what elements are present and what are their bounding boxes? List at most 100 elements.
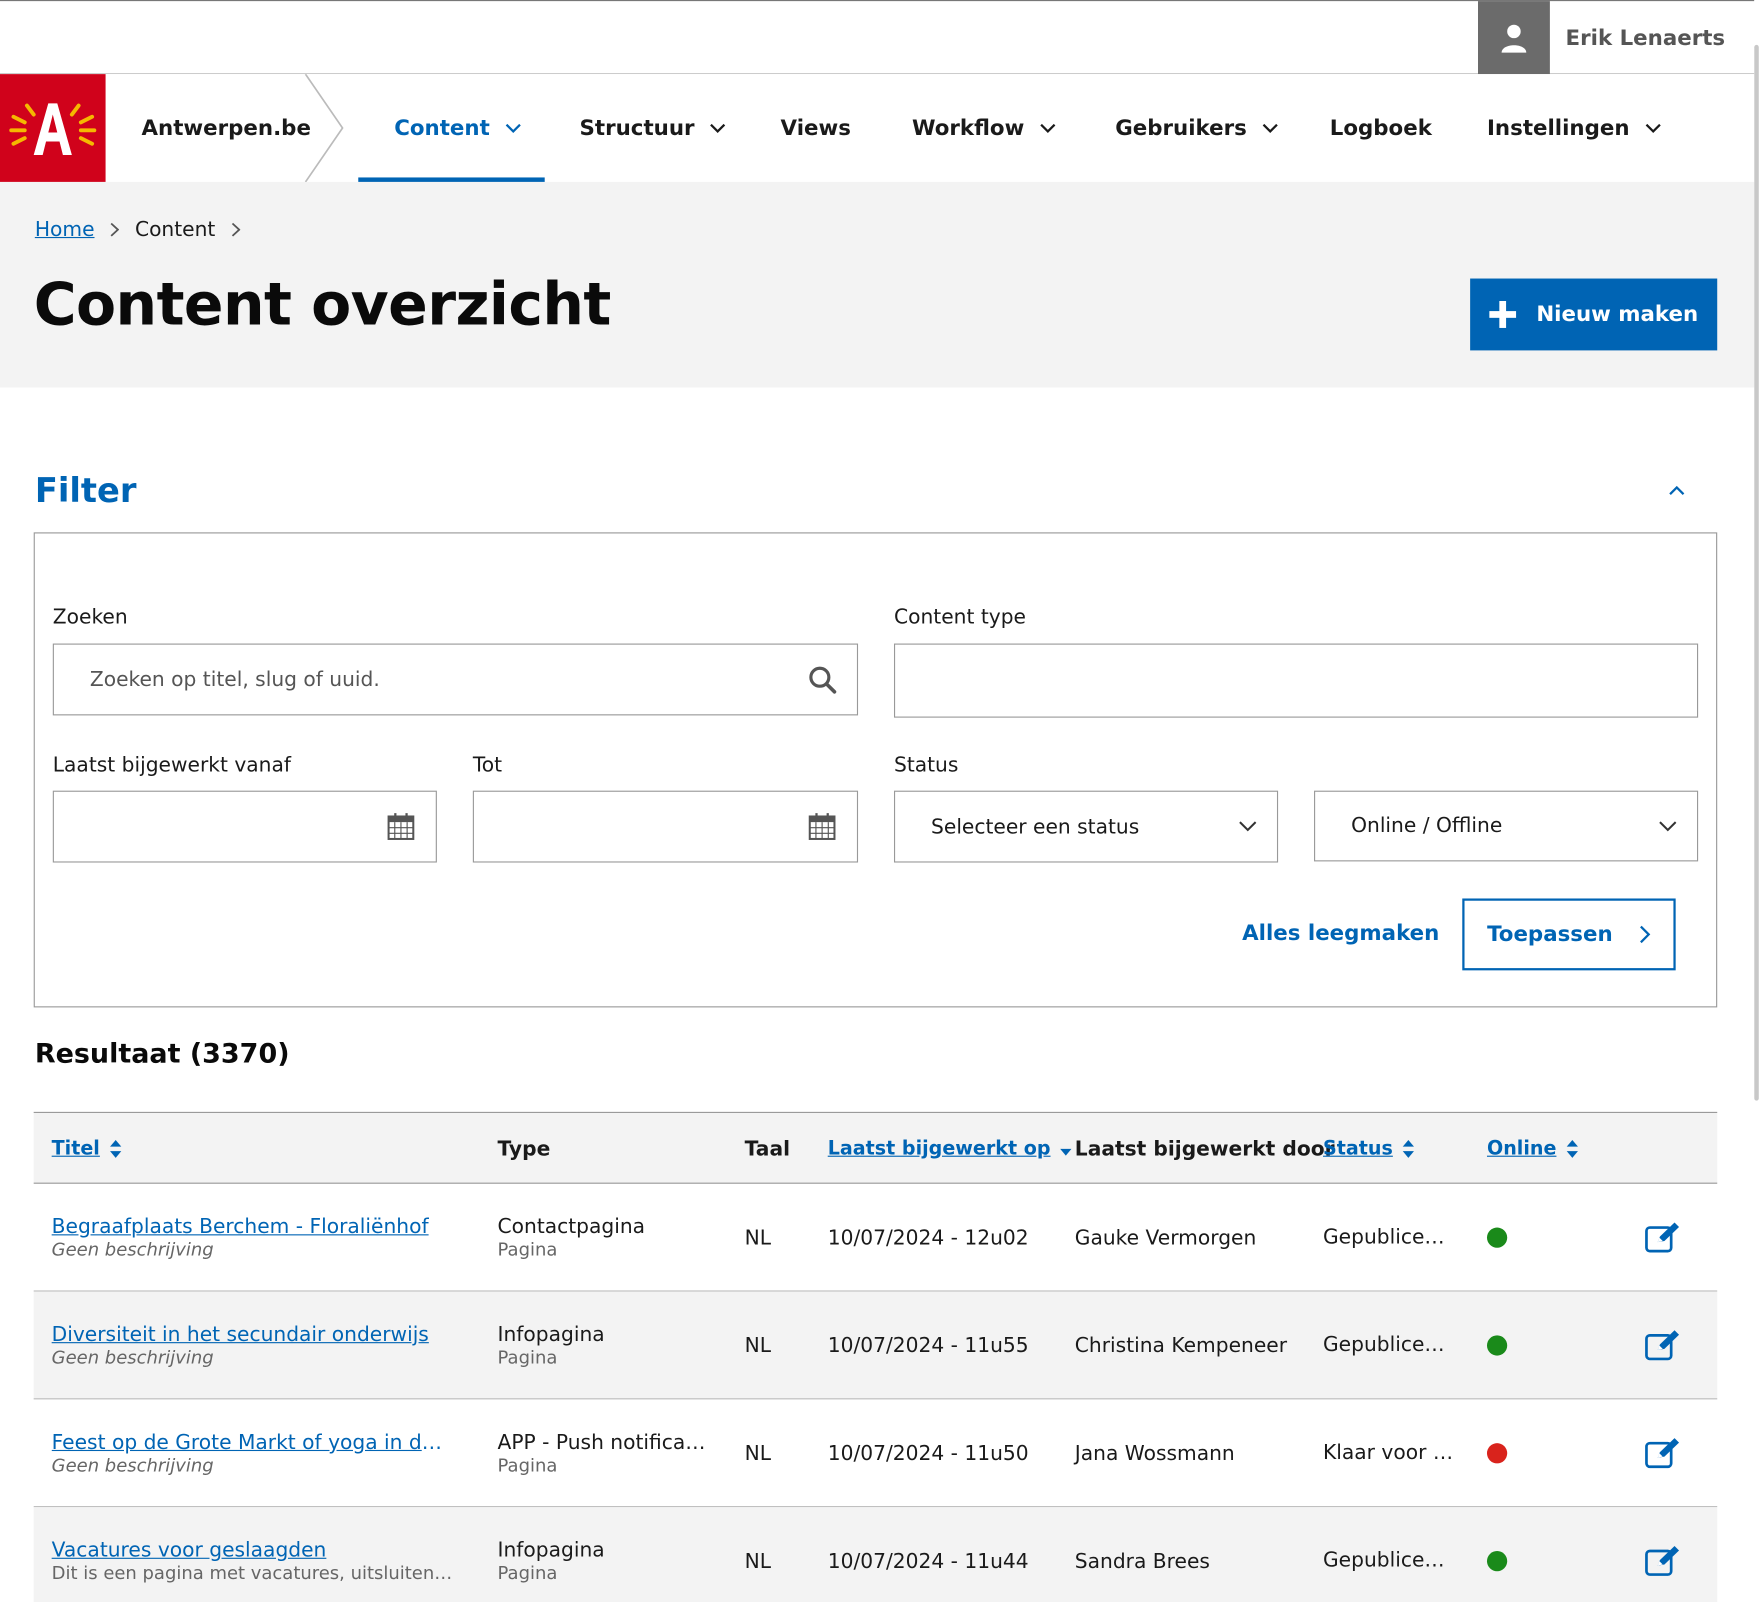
chevron-down-icon	[1659, 820, 1677, 831]
nav-label: Instellingen	[1486, 115, 1630, 141]
sort-title-header[interactable]: Titel	[52, 1113, 123, 1185]
edit-icon[interactable]	[1644, 1222, 1680, 1253]
antwerpen-logo-mark	[9, 103, 97, 155]
calendar-icon[interactable]	[386, 812, 415, 841]
status-cell: Gepubliceerd	[1323, 1333, 1454, 1357]
content-subtype: Pagina	[497, 1454, 558, 1476]
search-icon[interactable]	[808, 665, 837, 694]
nav-views[interactable]: Views	[781, 74, 851, 182]
breadcrumb-home-link[interactable]: Home	[35, 218, 95, 242]
content-description: Geen beschrijving	[51, 1346, 214, 1368]
calendar-icon[interactable]	[808, 812, 837, 841]
title-cell: Vacatures voor geslaagden Dit is een pag…	[52, 1507, 459, 1602]
chevron-down-icon	[710, 123, 726, 133]
updated-at-cell: 10/07/2024 - 11u50	[827, 1441, 1029, 1466]
content-description: Geen beschrijving	[51, 1454, 214, 1476]
plus-icon	[1489, 300, 1517, 328]
user-avatar[interactable]	[1477, 1, 1550, 75]
sort-online-header[interactable]: Online	[1487, 1113, 1579, 1185]
status-cell: Klaar voor publicatie	[1323, 1440, 1453, 1465]
updated-to-date-field[interactable]	[472, 790, 859, 863]
online-status-dot	[1486, 1551, 1508, 1572]
vertical-scrollbar[interactable]	[1754, 0, 1761, 1602]
online-cell	[1486, 1399, 1508, 1507]
breadcrumb: Home Content	[35, 218, 241, 242]
filter-title: Filter	[34, 471, 137, 512]
nav-gebruikers[interactable]: Gebruikers	[1115, 74, 1278, 182]
results-title: Resultaat (3370)	[34, 1037, 290, 1070]
column-label: Online	[1486, 1137, 1557, 1161]
edit-icon[interactable]	[1644, 1545, 1680, 1576]
language-cell: NL	[744, 1225, 772, 1250]
nav-label: Workflow	[911, 115, 1025, 141]
user-name[interactable]: Erik Lenaerts	[1550, 1, 1741, 74]
edit-cell	[1644, 1399, 1680, 1507]
chevron-up-icon[interactable]	[1669, 485, 1685, 495]
content-title-link[interactable]: Diversiteit in het secundair onderwijs	[52, 1323, 456, 1347]
apply-button[interactable]: Toepassen	[1462, 898, 1676, 971]
status-select-value: Selecteer een status	[931, 814, 1140, 839]
chevron-right-icon	[231, 222, 241, 237]
updated-to-label: Tot	[472, 753, 503, 778]
online-select-value: Online / Offline	[1351, 814, 1503, 838]
updated-by-header: Laatst bijgewerkt door	[1074, 1137, 1335, 1161]
nav-label: Logboek	[1329, 115, 1432, 141]
chevron-right-icon	[110, 222, 120, 237]
antwerpen-logo[interactable]	[0, 74, 106, 182]
chevron-right-icon	[1639, 925, 1651, 944]
language-header: Taal	[744, 1137, 791, 1161]
search-input[interactable]: Zoeken op titel, slug of uuid.	[52, 643, 859, 716]
sort-status-header[interactable]: Status	[1323, 1113, 1415, 1185]
online-offline-select[interactable]: Online / Offline	[1314, 790, 1699, 862]
content-title-link[interactable]: Feest op de Grote Markt of yoga in de pa…	[52, 1431, 447, 1455]
content-type-input[interactable]	[893, 643, 1699, 718]
edit-icon[interactable]	[1644, 1330, 1680, 1361]
title-cell: Diversiteit in het secundair onderwijs G…	[52, 1292, 456, 1400]
nav-label: Views	[780, 115, 851, 141]
online-status-dot	[1486, 1227, 1508, 1248]
updated-from-date-field[interactable]	[52, 790, 437, 863]
nav-instellingen[interactable]: Instellingen	[1487, 74, 1661, 182]
search-label: Zoeken	[52, 605, 128, 629]
edit-icon[interactable]	[1644, 1438, 1680, 1469]
page-header: Home Content Content overzicht Nieuw mak…	[0, 181, 1755, 388]
updated-at-cell: 10/07/2024 - 12u02	[827, 1225, 1029, 1250]
chevron-down-icon	[505, 123, 521, 133]
sort-icon	[1402, 1139, 1415, 1158]
online-cell	[1486, 1507, 1508, 1602]
site-divider-chevron	[304, 74, 344, 182]
type-cell: Contactpagina Pagina	[498, 1184, 717, 1292]
language-cell: NL	[744, 1441, 772, 1466]
type-cell: Infopagina Pagina	[498, 1507, 717, 1602]
search-placeholder: Zoeken op titel, slug of uuid.	[89, 667, 380, 692]
sort-updated-at-header[interactable]: Laatst bijgewerkt op	[828, 1113, 1073, 1185]
content-title-link[interactable]: Vacatures voor geslaagden	[52, 1539, 459, 1563]
nav-logboek[interactable]: Logboek	[1330, 74, 1432, 182]
chevron-down-icon	[1262, 123, 1278, 133]
table-row: Vacatures voor geslaagden Dit is een pag…	[33, 1507, 1718, 1602]
content-title-link[interactable]: Begraafplaats Berchem - Floraliënhof	[52, 1215, 456, 1239]
title-cell: Begraafplaats Berchem - Floraliënhof Gee…	[52, 1184, 456, 1292]
type-header: Type	[497, 1137, 551, 1161]
content-type: APP - Push notificatie	[497, 1430, 711, 1455]
content-type: Infopagina	[497, 1538, 605, 1563]
clear-all-button[interactable]: Alles leegmaken	[1242, 921, 1439, 946]
site-name[interactable]: Antwerpen.be	[106, 74, 314, 182]
nav-structuur[interactable]: Structuur	[580, 74, 726, 182]
sort-icon	[1566, 1139, 1578, 1158]
content-subtype: Pagina	[497, 1562, 558, 1584]
status-label: Status	[893, 753, 959, 778]
column-label: Laatst bijgewerkt op	[827, 1137, 1051, 1161]
status-select[interactable]: Selecteer een status	[893, 790, 1279, 863]
edit-cell	[1644, 1507, 1680, 1602]
nav-content[interactable]: Content	[394, 74, 521, 182]
main-navigation: Antwerpen.be Content Structuur Views Wor…	[0, 74, 1755, 182]
content-type: Contactpagina	[497, 1215, 646, 1239]
updated-by-cell: Jana Wossmann	[1074, 1441, 1235, 1466]
language-cell: NL	[744, 1549, 772, 1573]
scrollbar-thumb[interactable]	[1754, 44, 1759, 1101]
chevron-down-icon	[1040, 123, 1056, 133]
title-cell: Feest op de Grote Markt of yoga in de pa…	[52, 1399, 447, 1507]
nav-workflow[interactable]: Workflow	[912, 74, 1056, 182]
new-content-button[interactable]: Nieuw maken	[1470, 278, 1718, 351]
